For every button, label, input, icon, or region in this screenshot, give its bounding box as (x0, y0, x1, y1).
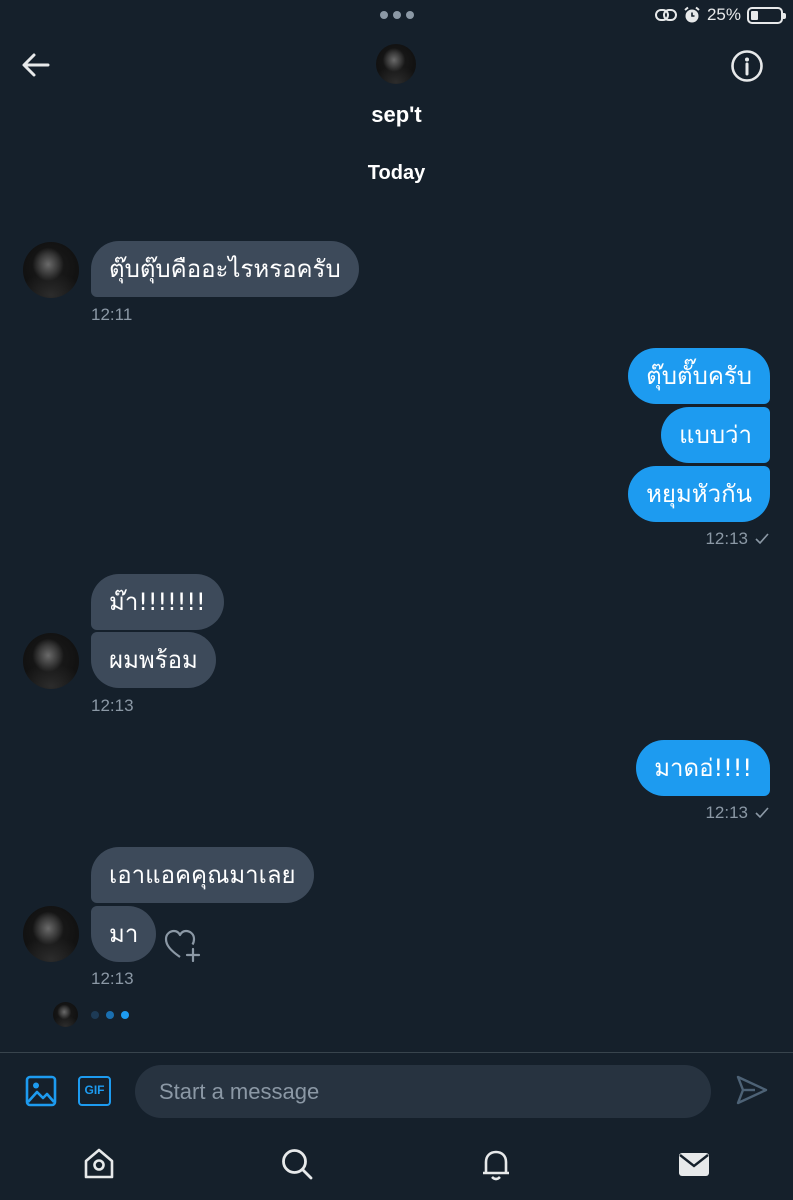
message-timestamp: 12:13 (91, 969, 134, 988)
status-indicators: 25% (654, 4, 786, 26)
avatar[interactable] (23, 906, 79, 962)
typing-indicator (91, 1011, 129, 1019)
gif-icon[interactable]: GIF (78, 1076, 111, 1106)
contact-avatar[interactable] (376, 44, 416, 84)
message-timestamp: 12:11 (91, 305, 133, 324)
message-timestamp: 12:13 (705, 803, 748, 822)
message-bubble-incoming[interactable]: ผมพร้อม (91, 632, 216, 688)
info-icon[interactable] (730, 49, 764, 83)
home-icon[interactable] (81, 1146, 117, 1182)
message-timestamp: 12:13 (91, 696, 134, 715)
message-status: 12:13 (705, 803, 770, 823)
link-icon (654, 9, 677, 21)
heart-plus-icon[interactable] (164, 928, 202, 962)
checkmark-icon (755, 807, 769, 819)
avatar[interactable] (23, 242, 79, 298)
divider (0, 1052, 793, 1053)
mail-icon[interactable] (676, 1146, 712, 1182)
day-separator: Today (367, 162, 426, 184)
battery-level (751, 10, 758, 20)
alarm-icon (684, 6, 700, 23)
bell-icon[interactable] (478, 1146, 514, 1182)
message-bubble-incoming[interactable]: ตุ๊บตุ๊บคืออะไรหรอครับ (91, 241, 359, 297)
image-icon[interactable] (25, 1075, 57, 1107)
search-icon[interactable] (279, 1146, 315, 1182)
message-input[interactable] (135, 1065, 711, 1118)
message-bubble-outgoing[interactable]: แบบว่า (661, 407, 770, 463)
arrow-left-icon[interactable] (20, 49, 52, 81)
message-bubble-incoming[interactable]: เอาแอคคุณมาเลย (91, 847, 314, 903)
message-bubble-incoming[interactable]: มา (91, 906, 157, 962)
message-bubble-outgoing[interactable]: หยุมหัวกัน (628, 466, 770, 522)
message-timestamp: 12:13 (705, 529, 748, 548)
message-bubble-incoming[interactable]: ม๊า!!!!!!! (91, 574, 224, 630)
battery-percent: 25% (706, 5, 741, 24)
battery-icon (747, 6, 786, 24)
avatar[interactable] (23, 633, 79, 689)
send-icon[interactable] (735, 1073, 769, 1107)
message-status: 12:13 (705, 529, 770, 549)
checkmark-icon (755, 533, 769, 545)
multitask-dots[interactable] (380, 11, 414, 19)
message-bubble-outgoing[interactable]: ตุ๊บตั๊บครับ (628, 348, 770, 404)
contact-name[interactable]: sep't (0, 102, 793, 128)
typing-avatar (53, 1002, 78, 1027)
message-bubble-outgoing[interactable]: มาดอ่!!!! (636, 740, 770, 796)
